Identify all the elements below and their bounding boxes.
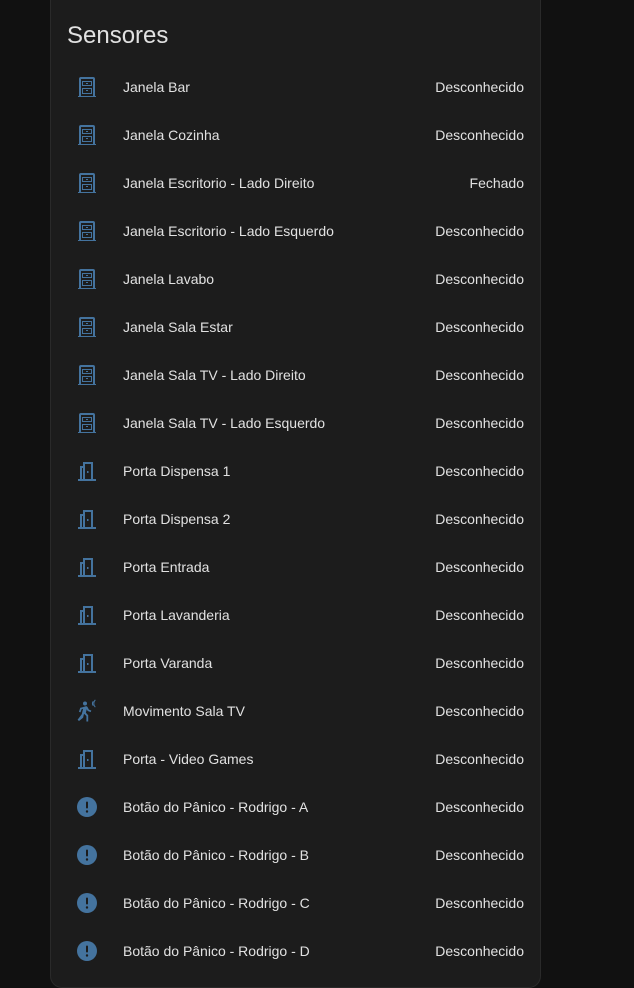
- sensor-state: Desconhecido: [435, 847, 524, 863]
- sensor-name: Botão do Pânico - Rodrigo - B: [123, 847, 309, 863]
- sensor-name: Porta - Video Games: [123, 751, 254, 767]
- sensor-row[interactable]: Porta Dispensa 1 Desconhecido: [51, 447, 540, 495]
- sensor-row[interactable]: Janela Escritorio - Lado Esquerdo Desconh…: [51, 207, 540, 255]
- alert-circle-icon: [75, 843, 99, 867]
- door-icon: [75, 603, 99, 627]
- sensor-row[interactable]: Botão do Pânico - Rodrigo - D Desconhecid…: [51, 927, 540, 975]
- card-title: Sensores: [67, 22, 169, 49]
- sensor-state: Desconhecido: [435, 79, 524, 95]
- sensor-name: Porta Dispensa 1: [123, 463, 231, 479]
- sensor-name: Porta Dispensa 2: [123, 511, 231, 527]
- sensor-state: Desconhecido: [435, 223, 524, 239]
- sensor-state: Desconhecido: [435, 943, 524, 959]
- window-closed-icon: [75, 171, 99, 195]
- sensor-state: Desconhecido: [435, 751, 524, 767]
- door-icon: [75, 507, 99, 531]
- alert-circle-icon: [75, 939, 99, 963]
- sensor-row[interactable]: Botão do Pânico - Rodrigo - B Desconhecid…: [51, 831, 540, 879]
- sensor-row[interactable]: Botão do Pânico - Rodrigo - C Desconhecid…: [51, 879, 540, 927]
- sensor-state: Desconhecido: [435, 799, 524, 815]
- sensor-name: Janela Cozinha: [123, 127, 220, 143]
- sensor-state: Desconhecido: [435, 511, 524, 527]
- sensor-row[interactable]: Janela Sala Estar Desconhecido: [51, 303, 540, 351]
- sensor-row[interactable]: Janela Escritorio - Lado Direito Fechado: [51, 159, 540, 207]
- sensor-row[interactable]: Porta Dispensa 2 Desconhecido: [51, 495, 540, 543]
- window-closed-icon: [75, 75, 99, 99]
- sensor-list: Janela Bar Desconhecido Janela Cozinha Desc…: [51, 63, 540, 975]
- sensor-state: Desconhecido: [435, 127, 524, 143]
- window-closed-icon: [75, 315, 99, 339]
- sensor-name: Janela Sala Estar: [123, 319, 233, 335]
- window-closed-icon: [75, 267, 99, 291]
- sensor-state: Desconhecido: [435, 367, 524, 383]
- door-icon: [75, 747, 99, 771]
- sensor-name: Botão do Pânico - Rodrigo - D: [123, 943, 310, 959]
- sensor-row[interactable]: Porta - Video Games Desconhecido: [51, 735, 540, 783]
- sensor-state: Desconhecido: [435, 463, 524, 479]
- sensor-name: Janela Sala TV - Lado Direito: [123, 367, 306, 383]
- sensor-name: Porta Entrada: [123, 559, 210, 575]
- alert-circle-icon: [75, 891, 99, 915]
- sensor-state: Desconhecido: [435, 415, 524, 431]
- sensor-row[interactable]: Janela Sala TV - Lado Direito Desconhecid…: [51, 351, 540, 399]
- sensor-name: Botão do Pânico - Rodrigo - A: [123, 799, 309, 815]
- window-closed-icon: [75, 411, 99, 435]
- sensor-state: Desconhecido: [435, 319, 524, 335]
- sensor-row[interactable]: Porta Varanda Desconhecido: [51, 639, 540, 687]
- window-closed-icon: [75, 363, 99, 387]
- sensor-name: Botão do Pânico - Rodrigo - C: [123, 895, 310, 911]
- sensor-name: Janela Escritorio - Lado Esquerdo: [123, 223, 334, 239]
- sensor-row[interactable]: Porta Lavanderia Desconhecido: [51, 591, 540, 639]
- sensor-row[interactable]: Janela Bar Desconhecido: [51, 63, 540, 111]
- sensor-name: Porta Lavanderia: [123, 607, 230, 623]
- sensor-state: Desconhecido: [435, 271, 524, 287]
- sensor-row[interactable]: Porta Entrada Desconhecido: [51, 543, 540, 591]
- sensor-state: Desconhecido: [435, 655, 524, 671]
- sensor-name: Janela Lavabo: [123, 271, 215, 287]
- window-closed-icon: [75, 219, 99, 243]
- sensor-name: Janela Bar: [123, 79, 190, 95]
- sensor-name: Movimento Sala TV: [123, 703, 245, 719]
- sensor-row[interactable]: Botão do Pânico - Rodrigo - A Desconhecid…: [51, 783, 540, 831]
- window-closed-icon: [75, 123, 99, 147]
- sensor-name: Porta Varanda: [123, 655, 213, 671]
- sensor-state: Desconhecido: [435, 607, 524, 623]
- sensor-state: Desconhecido: [435, 895, 524, 911]
- sensors-card: Sensores Janela Bar Desconhecido Janela Co…: [50, 0, 541, 988]
- sensor-name: Janela Sala TV - Lado Esquerdo: [123, 415, 326, 431]
- sensor-state: Desconhecido: [435, 559, 524, 575]
- sensor-row[interactable]: Janela Lavabo Desconhecido: [51, 255, 540, 303]
- alert-circle-icon: [75, 795, 99, 819]
- door-icon: [75, 555, 99, 579]
- sensor-row[interactable]: Janela Cozinha Desconhecido: [51, 111, 540, 159]
- motion-sensor-icon: [75, 699, 99, 723]
- sensor-row[interactable]: Janela Sala TV - Lado Esquerdo Desconheci…: [51, 399, 540, 447]
- sensor-row[interactable]: Movimento Sala TV Desconhecido: [51, 687, 540, 735]
- sensor-name: Janela Escritorio - Lado Direito: [123, 175, 315, 191]
- door-icon: [75, 651, 99, 675]
- door-icon: [75, 459, 99, 483]
- sensor-state: Fechado: [469, 175, 524, 191]
- sensor-state: Desconhecido: [435, 703, 524, 719]
